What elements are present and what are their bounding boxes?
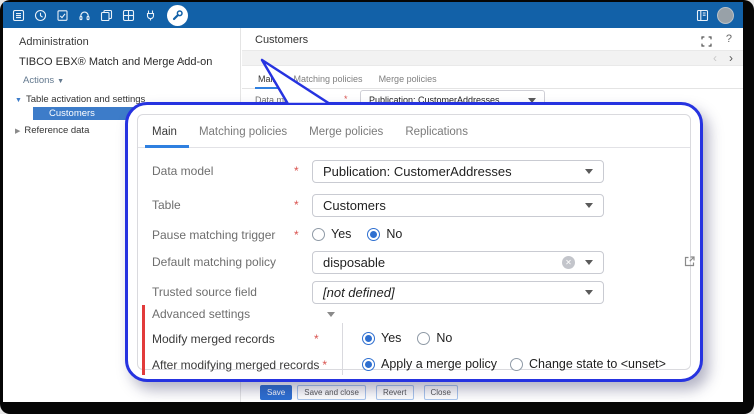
pause-matching-trigger-radios: Yes No — [312, 227, 402, 241]
popup-tab-replications[interactable]: Replications — [405, 115, 468, 147]
radio-option-change-state[interactable]: Change state to <unset> — [510, 357, 666, 371]
connector-icon[interactable] — [144, 9, 157, 22]
advanced-settings-toggle[interactable]: Advanced settings — [152, 307, 250, 321]
data-model-dropdown[interactable]: Publication: CustomerAddresses — [312, 160, 604, 183]
table-dropdown[interactable]: Customers — [312, 194, 604, 217]
popup-tab-main[interactable]: Main — [152, 115, 177, 147]
datasets-icon[interactable] — [12, 9, 25, 22]
settings-form-panel: Main Matching policies Merge policies Re… — [137, 114, 691, 370]
modified-section-bar — [142, 305, 145, 375]
sidebar-title: Administration — [19, 36, 89, 48]
fullscreen-icon[interactable] — [701, 34, 712, 45]
tree-group-reference-data[interactable]: ▶Reference data — [15, 125, 89, 136]
tab-merge-policies[interactable]: Merge policies — [379, 68, 437, 88]
page-title: Customers — [255, 34, 308, 46]
radio-option-no[interactable]: No — [417, 331, 452, 345]
pause-matching-trigger-label: Pause matching trigger — [152, 228, 275, 242]
open-in-new-window-icon[interactable] — [683, 255, 696, 268]
layout-panel-icon[interactable] — [696, 9, 709, 22]
data-model-label: Data model — [152, 164, 213, 178]
revert-button[interactable]: Revert — [376, 385, 414, 400]
radio-icon[interactable] — [510, 358, 523, 371]
after-modifying-merged-records-label: After modifying merged records* — [152, 358, 327, 372]
table-label: Table — [152, 198, 181, 212]
help-button[interactable]: ? — [726, 33, 732, 45]
default-matching-policy-label: Default matching policy — [152, 255, 276, 269]
dropdown-caret-icon — [585, 169, 593, 174]
required-mark: * — [314, 332, 319, 346]
actions-caret-icon: ▼ — [57, 78, 64, 85]
save-and-close-button[interactable]: Save and close — [297, 385, 366, 400]
documents-icon[interactable] — [100, 9, 113, 22]
modify-merged-records-label: Modify merged records — [152, 332, 275, 346]
default-matching-policy-dropdown[interactable]: disposable — [312, 251, 604, 274]
administration-wrench-icon-active[interactable] — [167, 5, 188, 26]
history-icon[interactable] — [34, 9, 47, 22]
callout-pointer-icon — [252, 57, 332, 105]
radio-selected-icon[interactable] — [367, 228, 380, 241]
radio-icon[interactable] — [312, 228, 325, 241]
radio-option-yes[interactable]: Yes — [312, 227, 351, 241]
application-window: Administration TIBCO EBX® Match and Merg… — [0, 0, 754, 414]
required-mark: * — [294, 198, 299, 212]
collapse-caret-icon[interactable] — [327, 312, 335, 317]
save-button[interactable]: Save — [260, 385, 292, 400]
close-button[interactable]: Close — [424, 385, 458, 400]
workflow-icon[interactable] — [122, 9, 135, 22]
dropdown-caret-icon — [585, 260, 593, 265]
radio-option-yes-selected[interactable]: Yes — [362, 331, 401, 345]
required-mark: * — [294, 228, 299, 242]
radio-icon[interactable] — [417, 332, 430, 345]
module-caret-icon[interactable]: ▼ — [179, 59, 186, 66]
browser-content: Administration TIBCO EBX® Match and Merg… — [3, 2, 743, 402]
trusted-source-field-label: Trusted source field — [152, 285, 257, 299]
user-avatar[interactable] — [717, 7, 734, 24]
radio-selected-icon[interactable] — [362, 332, 375, 345]
zoom-callout-bubble: Main Matching policies Merge policies Re… — [125, 102, 703, 382]
modify-merged-records-radios: Yes No — [362, 331, 452, 345]
popup-tab-matching-policies[interactable]: Matching policies — [199, 115, 287, 147]
actions-menu[interactable]: Actions▼ — [23, 75, 64, 86]
radio-selected-icon[interactable] — [362, 358, 375, 371]
radio-option-no-selected[interactable]: No — [367, 227, 402, 241]
dropdown-caret-icon — [585, 290, 593, 295]
next-record-icon[interactable]: › — [729, 51, 733, 65]
top-navigation-bar — [3, 2, 743, 28]
previous-record-icon[interactable]: ‹ — [713, 51, 717, 65]
radio-option-apply-merge-policy-selected[interactable]: Apply a merge policy — [362, 357, 497, 371]
label-control-divider — [342, 323, 343, 375]
trusted-source-field-dropdown[interactable]: [not defined] — [312, 281, 604, 304]
dataservices-icon[interactable] — [78, 9, 91, 22]
popup-tab-bar: Main Matching policies Merge policies Re… — [138, 115, 690, 148]
clear-value-icon[interactable] — [562, 256, 575, 269]
after-modifying-merged-records-radios: Apply a merge policy Change state to <un… — [362, 357, 666, 371]
tree-group-table-activation[interactable]: ▼Table activation and settings — [15, 94, 145, 105]
required-mark: * — [322, 358, 327, 372]
tree-expanded-caret-icon[interactable]: ▼ — [15, 97, 22, 104]
form-action-buttons: Save Save and close Revert Close — [260, 385, 458, 400]
required-mark: * — [294, 164, 299, 178]
tree-collapsed-caret-icon[interactable]: ▶ — [15, 128, 20, 135]
dropdown-caret-icon — [585, 203, 593, 208]
popup-tab-merge-policies[interactable]: Merge policies — [309, 115, 383, 147]
validation-icon[interactable] — [56, 9, 69, 22]
